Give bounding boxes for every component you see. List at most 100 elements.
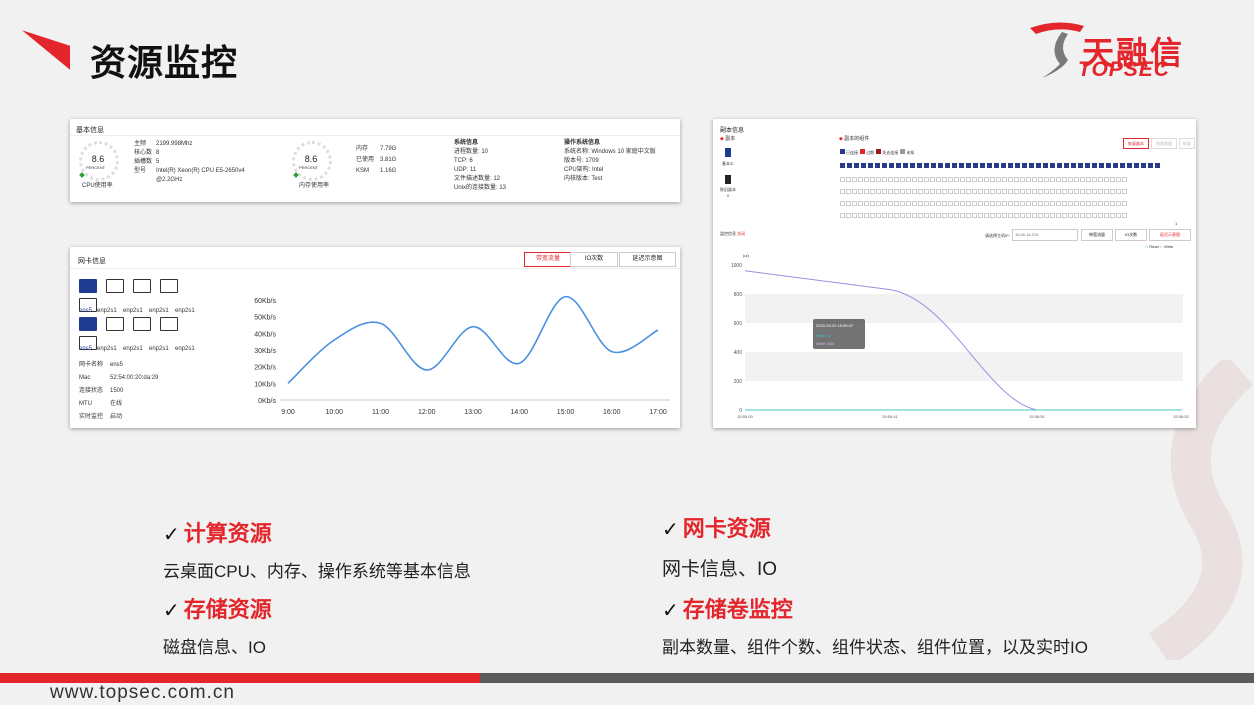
component-square-empty[interactable] [845,201,851,206]
component-square[interactable] [931,163,936,168]
component-square-empty[interactable] [977,189,983,194]
component-square-empty[interactable] [875,213,881,218]
nic-label[interactable]: enp2s1 [149,345,175,354]
component-square-empty[interactable] [989,201,995,206]
component-square[interactable] [896,163,901,168]
component-square[interactable] [875,163,880,168]
component-square-empty[interactable] [875,189,881,194]
component-square-empty[interactable] [869,201,875,206]
component-square-empty[interactable] [893,177,899,182]
component-square-empty[interactable] [977,213,983,218]
nic-card-icon[interactable] [133,279,151,293]
component-square-empty[interactable] [839,177,845,182]
component-square-empty[interactable] [857,201,863,206]
component-square-empty[interactable] [1013,213,1019,218]
component-square-empty[interactable] [1091,201,1097,206]
component-square-empty[interactable] [1055,213,1061,218]
component-square[interactable] [1134,163,1139,168]
component-square-empty[interactable] [1031,213,1037,218]
component-square-empty[interactable] [941,201,947,206]
component-square[interactable] [1120,163,1125,168]
component-square-empty[interactable] [1079,213,1085,218]
component-square-empty[interactable] [947,201,953,206]
component-square[interactable] [994,163,999,168]
component-square-empty[interactable] [917,177,923,182]
component-square-empty[interactable] [1031,177,1037,182]
component-square-empty[interactable] [1067,189,1073,194]
component-square-empty[interactable] [887,201,893,206]
component-square-empty[interactable] [1103,201,1109,206]
restore-replica-button[interactable]: 恢复副本 [1123,138,1149,149]
component-square-empty[interactable] [1049,189,1055,194]
component-square-empty[interactable] [953,189,959,194]
component-square[interactable] [1057,163,1062,168]
tab-latency[interactable]: 延迟示意图 [1149,229,1191,241]
component-square-empty[interactable] [887,189,893,194]
component-square-empty[interactable] [1091,213,1097,218]
component-square[interactable] [973,163,978,168]
component-square-empty[interactable] [977,201,983,206]
component-square-empty[interactable] [893,189,899,194]
component-square-empty[interactable] [965,213,971,218]
component-square[interactable] [1099,163,1104,168]
component-square-empty[interactable] [845,213,851,218]
component-square[interactable] [861,163,866,168]
component-square-empty[interactable] [959,213,965,218]
component-square-empty[interactable] [989,213,995,218]
component-square-empty[interactable] [875,201,881,206]
component-square-empty[interactable] [863,177,869,182]
component-square[interactable] [1148,163,1153,168]
component-square-empty[interactable] [1055,189,1061,194]
component-square-empty[interactable] [1097,213,1103,218]
nic-label[interactable]: ens5 [79,345,97,354]
component-square-empty[interactable] [977,177,983,182]
component-square-empty[interactable] [1079,201,1085,206]
nic-label[interactable]: enp2s1 [175,307,201,316]
component-square-empty[interactable] [1043,213,1049,218]
component-square-empty[interactable] [1013,201,1019,206]
component-square-empty[interactable] [983,177,989,182]
component-square[interactable] [987,163,992,168]
component-square[interactable] [1085,163,1090,168]
component-square-empty[interactable] [1037,189,1043,194]
component-square-empty[interactable] [929,177,935,182]
component-square-empty[interactable] [905,177,911,182]
disk-icon[interactable] [725,175,731,184]
component-square-empty[interactable] [965,201,971,206]
component-square[interactable] [1050,163,1055,168]
tab-io-count[interactable]: IO次数 [570,252,618,267]
nic-card-icon[interactable] [79,279,97,293]
component-square-empty[interactable] [995,201,1001,206]
component-square-empty[interactable] [1001,189,1007,194]
component-square[interactable] [889,163,894,168]
component-square-empty[interactable] [911,189,917,194]
component-square-empty[interactable] [887,177,893,182]
nic-label[interactable]: enp2s1 [175,345,201,354]
component-square-empty[interactable] [1079,189,1085,194]
component-square-empty[interactable] [1097,201,1103,206]
component-square[interactable] [1141,163,1146,168]
component-square-empty[interactable] [905,213,911,218]
component-square[interactable] [1022,163,1027,168]
restore-data-button[interactable]: 恢复数据 [1151,138,1177,149]
component-square-empty[interactable] [965,177,971,182]
component-square-empty[interactable] [1115,177,1121,182]
component-square-empty[interactable] [851,189,857,194]
component-square-empty[interactable] [1049,177,1055,182]
component-square-empty[interactable] [965,189,971,194]
component-square-empty[interactable] [1019,213,1025,218]
component-square-empty[interactable] [1037,213,1043,218]
component-square-empty[interactable] [1067,201,1073,206]
component-square-empty[interactable] [857,213,863,218]
component-square[interactable] [938,163,943,168]
component-square[interactable] [966,163,971,168]
component-square-empty[interactable] [1025,189,1031,194]
component-square[interactable] [1155,163,1160,168]
component-square-empty[interactable] [857,189,863,194]
component-square-empty[interactable] [1055,201,1061,206]
component-square-empty[interactable] [1007,177,1013,182]
component-square-empty[interactable] [923,213,929,218]
component-square-empty[interactable] [1085,189,1091,194]
component-square-empty[interactable] [947,189,953,194]
component-square[interactable] [1106,163,1111,168]
